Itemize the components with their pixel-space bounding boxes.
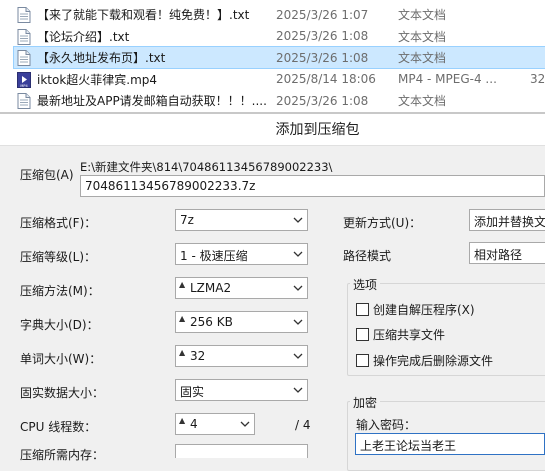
word-size-label: 单词大小(W)： bbox=[20, 352, 102, 366]
file-row[interactable]: 【论坛介绍】.txt 2025/3/26 1:08 文本文档 bbox=[14, 26, 545, 47]
file-row[interactable]: 最新地址及APP请发邮箱自动获取！！！.... 2025/3/26 1:08 文本文… bbox=[14, 90, 545, 111]
dict-size-label: 字典大小(D)： bbox=[20, 318, 99, 332]
file-name: iktok超火菲律宾.mp4 bbox=[37, 72, 158, 87]
cpu-threads-select[interactable]: ▲ 4 bbox=[175, 413, 255, 435]
file-date: 2025/3/26 1:08 bbox=[276, 50, 369, 65]
file-date: 2025/3/26 1:08 bbox=[276, 29, 369, 43]
chevron-down-icon bbox=[293, 285, 303, 291]
chevron-down-icon bbox=[293, 353, 303, 359]
chevron-down-icon bbox=[293, 251, 303, 257]
archive-name-input[interactable]: 70486113456789002233.7z bbox=[80, 175, 545, 197]
archive-path: E:\新建文件夹\814\70486113456789002233\ bbox=[80, 160, 333, 174]
format-select[interactable]: 7z bbox=[175, 209, 308, 231]
dict-size-select[interactable]: ▲ 256 KB bbox=[175, 311, 308, 333]
solid-size-select[interactable]: 固实 bbox=[175, 379, 308, 401]
file-row[interactable]: 【永久地址发布页】.txt 2025/3/26 1:08 文本文档 bbox=[13, 46, 545, 69]
file-type: 文本文档 bbox=[398, 51, 447, 65]
chevron-down-icon bbox=[240, 421, 250, 427]
shared-files-checkbox[interactable]: 压缩共享文件 bbox=[356, 326, 445, 343]
sfx-checkbox[interactable]: 创建自解压程序(X) bbox=[356, 301, 475, 318]
level-label: 压缩等级(L)： bbox=[20, 250, 97, 264]
spin-up-icon: ▲ bbox=[179, 314, 186, 323]
file-type: 文本文档 bbox=[398, 8, 447, 22]
method-select[interactable]: ▲ LZMA2 bbox=[175, 277, 308, 299]
text-file-icon bbox=[17, 50, 31, 66]
file-type: MP4 - MPEG-4 ... bbox=[398, 72, 497, 86]
method-value: LZMA2 bbox=[190, 281, 232, 295]
format-value: 7z bbox=[180, 213, 194, 227]
format-label: 压缩格式(F)： bbox=[20, 216, 97, 230]
update-mode-select[interactable]: 添加并替换文 bbox=[469, 209, 545, 231]
text-file-icon bbox=[17, 28, 31, 45]
checkbox-box[interactable] bbox=[356, 354, 369, 367]
update-mode-label: 更新方式(U)： bbox=[343, 216, 422, 230]
spin-up-icon: ▲ bbox=[179, 416, 186, 425]
spin-up-icon: ▲ bbox=[179, 280, 186, 289]
file-date: 2025/3/26 1:07 bbox=[276, 7, 369, 22]
password-value: 上老王论坛当老王 bbox=[360, 439, 457, 453]
file-name: 【论坛介绍】.txt bbox=[37, 29, 130, 44]
solid-size-value: 固实 bbox=[180, 385, 205, 399]
shared-files-checkbox-label: 压缩共享文件 bbox=[373, 328, 446, 342]
memory-label: 压缩所需内存： bbox=[20, 448, 105, 462]
file-type: 文本文档 bbox=[398, 29, 447, 44]
file-row[interactable]: MP4 iktok超火菲律宾.mp4 2025/8/14 18:06 MP4 - MP… bbox=[14, 69, 545, 90]
path-mode-select[interactable]: 相对路径 bbox=[469, 242, 545, 264]
file-name: 【永久地址发布页】.txt bbox=[37, 51, 166, 65]
path-mode-label: 路径模式 bbox=[343, 249, 392, 263]
sfx-checkbox-label: 创建自解压程序(X) bbox=[373, 303, 475, 317]
file-date: 2025/3/26 1:08 bbox=[276, 93, 369, 108]
file-name: 【来了就能下载和观看！纯免费！】.txt bbox=[37, 8, 250, 22]
delete-after-checkbox[interactable]: 操作完成后删除源文件 bbox=[356, 352, 493, 369]
cpu-threads-total: / 4 bbox=[295, 418, 311, 432]
dialog-title: 添加到压缩包 bbox=[275, 122, 360, 138]
word-size-select[interactable]: ▲ 32 bbox=[175, 345, 308, 367]
options-group-title: 选项 bbox=[350, 276, 381, 293]
file-name: 最新地址及APP请发邮箱自动获取！！！.... bbox=[37, 94, 267, 108]
text-file-icon bbox=[17, 7, 31, 23]
spin-up-icon: ▲ bbox=[179, 348, 186, 357]
file-date: 2025/8/14 18:06 bbox=[276, 72, 376, 86]
cpu-threads-value: 4 bbox=[190, 417, 198, 431]
svg-text:MP4: MP4 bbox=[20, 84, 28, 88]
method-label: 压缩方法(M)： bbox=[20, 284, 100, 298]
file-size: 327,4 bbox=[530, 72, 545, 86]
cpu-threads-label: CPU 线程数： bbox=[20, 420, 97, 434]
password-label: 输入密码： bbox=[356, 418, 417, 432]
level-value: 1 - 极速压缩 bbox=[180, 249, 248, 263]
checkbox-box[interactable] bbox=[356, 303, 369, 316]
file-type: 文本文档 bbox=[398, 94, 447, 108]
solid-size-label: 固实数据大小： bbox=[20, 386, 105, 400]
word-size-value: 32 bbox=[190, 349, 206, 363]
mp4-file-icon: MP4 bbox=[17, 71, 31, 88]
text-file-icon bbox=[17, 93, 31, 109]
archive-label: 压缩包(A) bbox=[20, 168, 74, 182]
password-input[interactable]: 上老王论坛当老王 bbox=[355, 433, 545, 455]
delete-after-checkbox-label: 操作完成后删除源文件 bbox=[373, 354, 494, 368]
checkbox-box[interactable] bbox=[356, 328, 369, 341]
chevron-down-icon bbox=[293, 217, 303, 223]
update-mode-value: 添加并替换文 bbox=[474, 215, 545, 229]
path-mode-value: 相对路径 bbox=[474, 248, 523, 262]
chevron-down-icon bbox=[293, 319, 303, 325]
add-to-archive-dialog: 添加到压缩包 压缩包(A) E:\新建文件夹\814\7048611345678… bbox=[0, 113, 545, 471]
dialog-titlebar: 添加到压缩包 bbox=[0, 114, 545, 146]
dict-size-value: 256 KB bbox=[190, 315, 233, 329]
file-row[interactable]: 【来了就能下载和观看！纯免费！】.txt 2025/3/26 1:07 文本文档 bbox=[14, 4, 545, 25]
encryption-group-title: 加密 bbox=[350, 394, 381, 411]
file-list: 【来了就能下载和观看！纯免费！】.txt 2025/3/26 1:07 文本文档 【论… bbox=[0, 0, 545, 113]
level-select[interactable]: 1 - 极速压缩 bbox=[175, 243, 308, 265]
chevron-down-icon bbox=[293, 387, 303, 393]
